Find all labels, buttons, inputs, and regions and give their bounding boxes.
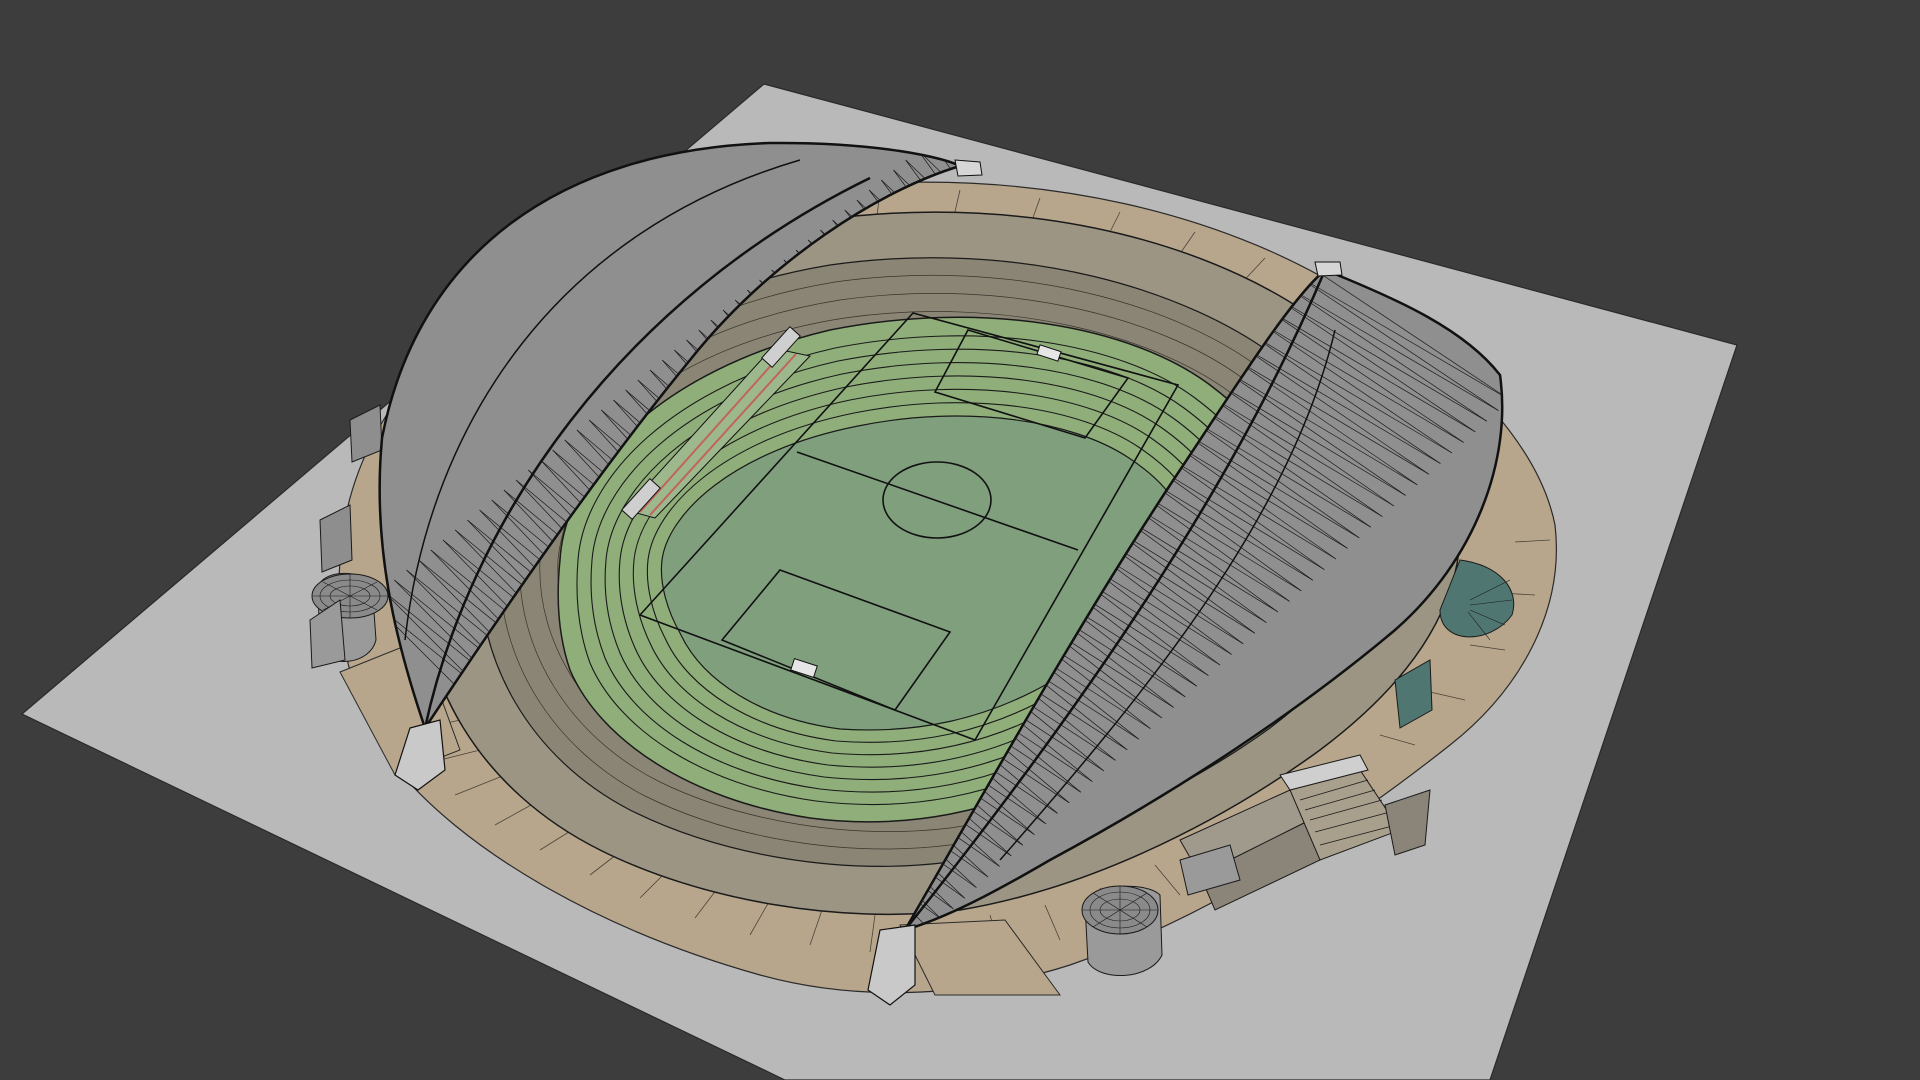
anchor-north	[954, 159, 983, 177]
viewport-canvas	[20, 83, 1738, 1080]
anchor-east	[1314, 261, 1343, 277]
3d-viewport[interactable]	[0, 0, 1920, 1080]
